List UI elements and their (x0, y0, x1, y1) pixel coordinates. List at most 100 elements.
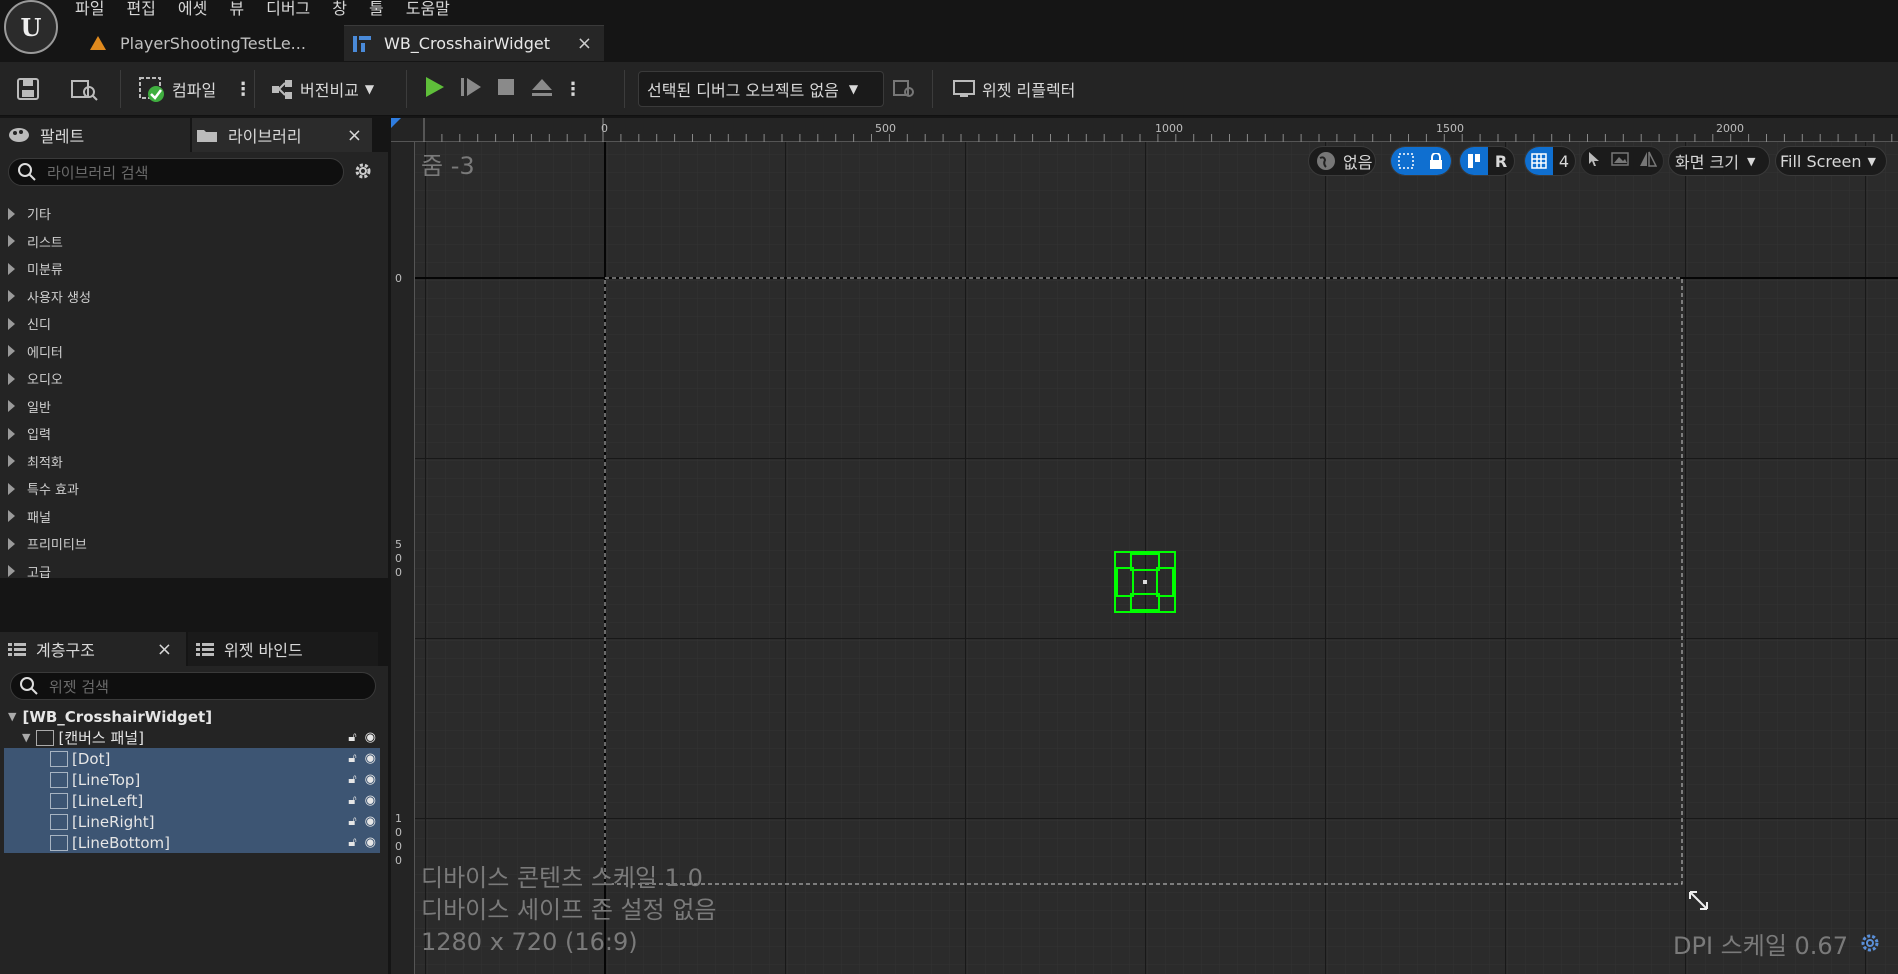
tree-widget-item[interactable]: [LineLeft] 🔓︎ ◉ (4, 790, 380, 811)
image-icon[interactable] (1611, 151, 1629, 171)
menu-edit[interactable]: 편집 (121, 0, 160, 18)
mirror-icon[interactable] (1639, 151, 1658, 171)
expand-arrow-icon[interactable] (8, 372, 15, 385)
expand-arrow-icon[interactable] (8, 510, 15, 522)
eject-icon[interactable] (530, 75, 554, 103)
canvas-info: 디바이스 콘텐츠 스케일 1.0 디바이스 세이프 존 설정 없음 1280 x… (421, 862, 716, 958)
expand-arrow-icon[interactable] (8, 235, 15, 247)
expand-arrow-icon[interactable] (8, 455, 15, 467)
fill-mode-dropdown[interactable]: Fill Screen ▼ (1775, 146, 1887, 176)
compile-button[interactable]: 컴파일 ⋮ (138, 62, 252, 116)
grid-icon[interactable] (1525, 147, 1553, 175)
play-icon[interactable] (424, 75, 446, 103)
expand-arrow-icon[interactable] (8, 427, 15, 440)
snap-icon[interactable] (1460, 147, 1488, 175)
palette-category[interactable]: 신디 (0, 310, 388, 337)
localization-preview-button[interactable]: 없음 (1308, 146, 1376, 176)
expand-arrow-icon[interactable] (8, 262, 15, 275)
expand-arrow-icon[interactable] (8, 345, 15, 357)
palette-category[interactable]: 고급 (0, 558, 388, 585)
play-options-icon[interactable]: ⋮ (564, 79, 582, 100)
palette-category[interactable]: 오디오 (0, 365, 388, 392)
unlock-icon[interactable]: 🔓︎ (348, 751, 356, 766)
palette-category[interactable]: 기타 (0, 200, 388, 227)
debug-browse-button[interactable] (892, 62, 916, 116)
tree-root[interactable]: ▼ [WB_CrosshairWidget] (0, 706, 380, 727)
screen-size-dropdown[interactable]: 화면 크기 ▼ (1668, 146, 1770, 176)
tab-bindings[interactable]: 위젯 바인드 (188, 632, 378, 666)
tab-palette[interactable]: 팔레트 (0, 118, 190, 152)
eye-icon[interactable]: ◉ (365, 772, 376, 787)
palette-category[interactable]: 프리미티브 (0, 530, 388, 557)
tab-library[interactable]: 라이브러리 × (192, 118, 372, 152)
tree-widget-item[interactable]: [LineTop] 🔓︎ ◉ (4, 769, 380, 790)
palette-category[interactable]: 최적화 (0, 448, 388, 475)
palette-category[interactable]: 특수 효과 (0, 475, 388, 502)
eye-icon[interactable]: ◉ (365, 730, 376, 745)
palette-category[interactable]: 패널 (0, 503, 388, 530)
menu-help[interactable]: 도움말 (401, 0, 455, 18)
menu-view[interactable]: 뷰 (224, 0, 249, 18)
designer-canvas[interactable]: 줌 -3 디바이스 콘텐츠 스케일 1.0 디바이스 세이프 존 설정 없음 1… (391, 118, 1898, 974)
close-icon[interactable]: × (347, 125, 362, 146)
tab-hierarchy[interactable]: 계층구조 × (0, 632, 186, 666)
palette-category[interactable]: 에디터 (0, 338, 388, 365)
tree-widget-item[interactable]: [LineBottom] 🔓︎ ◉ (4, 832, 380, 853)
grid-size-value[interactable]: 4 (1553, 152, 1575, 171)
debug-object-dropdown[interactable]: 선택된 디버그 오브젝트 없음 ▼ (638, 71, 884, 107)
gear-icon[interactable] (352, 160, 374, 186)
tree-canvas-panel[interactable]: ▼ [캔버스 패널] 🔓︎ ◉ (0, 727, 380, 748)
widget-search-input[interactable]: 위젯 검색 (10, 672, 376, 700)
expand-arrow-icon[interactable] (8, 207, 15, 220)
menu-tools[interactable]: 툴 (364, 0, 389, 18)
expand-arrow-icon[interactable]: ▼ (22, 731, 30, 744)
expand-arrow-icon[interactable]: ▼ (8, 710, 16, 723)
expand-arrow-icon[interactable] (8, 565, 15, 577)
expand-arrow-icon[interactable] (8, 400, 15, 412)
menu-file[interactable]: 파일 (70, 0, 109, 18)
dpi-settings-gear-icon[interactable] (1858, 931, 1882, 959)
palette-category[interactable]: 일반 (0, 393, 388, 420)
tab-palette-label: 팔레트 (40, 127, 85, 146)
stop-icon[interactable] (496, 75, 516, 103)
palette-category[interactable]: 입력 (0, 420, 388, 447)
unlock-icon[interactable]: 🔓︎ (348, 730, 356, 745)
step-icon[interactable] (460, 75, 482, 103)
snap-r-toggle[interactable]: R (1488, 152, 1514, 171)
palette-category[interactable]: 미분류 (0, 255, 388, 282)
tab-level[interactable]: PlayerShootingTestLe... (80, 25, 342, 61)
tree-widget-item[interactable]: [Dot] 🔓︎ ◉ (4, 748, 380, 769)
marquee-select-icon[interactable] (1391, 147, 1421, 175)
expand-arrow-icon[interactable] (8, 317, 15, 330)
tab-widget-blueprint[interactable]: WB_CrosshairWidget × (344, 25, 604, 61)
menu-debug[interactable]: 디버그 (261, 0, 315, 18)
palette-category[interactable]: 사용자 생성 (0, 283, 388, 310)
eye-icon[interactable]: ◉ (365, 751, 376, 766)
eye-icon[interactable]: ◉ (365, 814, 376, 829)
close-icon[interactable]: × (157, 639, 172, 660)
expand-arrow-icon[interactable] (8, 482, 15, 495)
browse-button[interactable] (70, 62, 98, 116)
hierarchy-tabs: 계층구조 × 위젯 바인드 (0, 632, 388, 666)
eye-icon[interactable]: ◉ (365, 793, 376, 808)
unlock-icon[interactable]: 🔓︎ (348, 793, 356, 808)
expand-arrow-icon[interactable] (8, 290, 15, 302)
widget-reflector-button[interactable]: 위젯 리플렉터 (952, 62, 1075, 116)
compile-options-icon[interactable]: ⋮ (234, 79, 252, 100)
save-button[interactable] (16, 62, 40, 116)
palette-category[interactable]: 리스트 (0, 228, 388, 255)
expand-arrow-icon[interactable] (8, 537, 15, 550)
unlock-icon[interactable]: 🔓︎ (348, 835, 356, 850)
cursor-icon[interactable] (1587, 151, 1601, 171)
unlock-icon[interactable]: 🔓︎ (348, 772, 356, 787)
menu-asset[interactable]: 에셋 (173, 0, 212, 18)
library-search-input[interactable]: 라이브러리 검색 (8, 158, 344, 186)
diff-button[interactable]: 버전비교 ▼ (270, 62, 374, 116)
unlock-icon[interactable]: 🔓︎ (348, 814, 356, 829)
tab-close-icon[interactable]: × (577, 33, 592, 54)
eye-icon[interactable]: ◉ (365, 835, 376, 850)
menu-window[interactable]: 창 (327, 0, 352, 18)
lock-icon[interactable] (1421, 147, 1451, 175)
tree-widget-item[interactable]: [LineRight] 🔓︎ ◉ (4, 811, 380, 832)
unreal-logo-icon[interactable]: U (4, 0, 58, 54)
